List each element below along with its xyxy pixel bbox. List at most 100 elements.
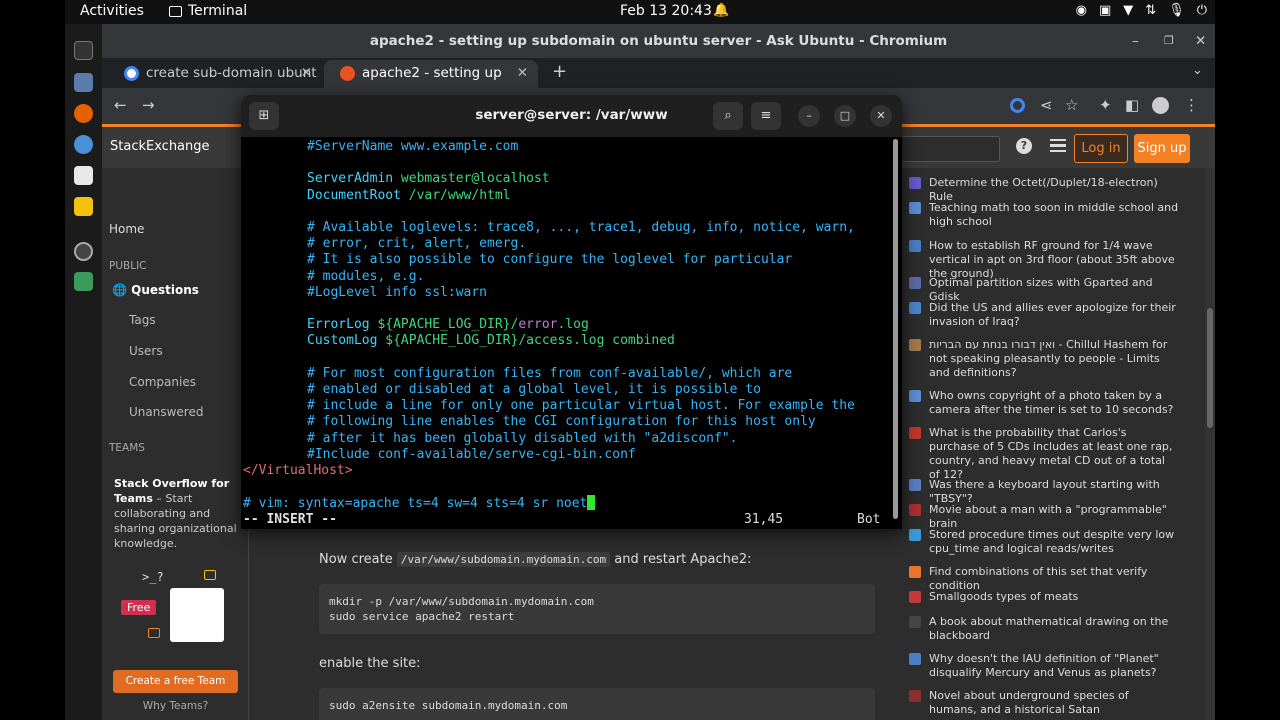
- terminal-scrollbar[interactable]: [893, 139, 898, 519]
- activities-button[interactable]: Activities: [80, 3, 144, 19]
- login-button[interactable]: Log in: [1074, 134, 1128, 163]
- google-lens-icon[interactable]: [1010, 98, 1025, 113]
- now-create-text: Now create /var/www/subdomain.mydomain.c…: [319, 552, 752, 567]
- hnq-item[interactable]: ואין דבורו בנחת עם הבריות - Chillul Hash…: [909, 338, 1179, 380]
- hnq-item[interactable]: Why doesn't the IAU definition of "Plane…: [909, 652, 1179, 680]
- files-dock-icon[interactable]: [74, 73, 93, 92]
- vim-cursor-position: 31,45: [744, 511, 784, 527]
- forward-icon[interactable]: →: [142, 96, 155, 114]
- minimize-icon[interactable]: –: [798, 105, 820, 127]
- hnq-link[interactable]: Find combinations of this set that verif…: [929, 565, 1179, 593]
- site-switcher-icon[interactable]: [1050, 139, 1066, 152]
- hnq-link[interactable]: Stored procedure times out despite very …: [929, 528, 1179, 556]
- value: error: [518, 317, 558, 333]
- hnq-item[interactable]: Was there a keyboard layout starting wit…: [909, 478, 1179, 506]
- clock-dock-icon[interactable]: [74, 242, 93, 261]
- minimize-icon[interactable]: –: [1132, 24, 1139, 58]
- create-team-button[interactable]: Create a free Team: [113, 670, 238, 693]
- tab-apache2[interactable]: apache2 - setting up subd ✕: [324, 60, 538, 107]
- site-icon: [909, 427, 921, 439]
- hamburger-menu-icon[interactable]: ≡: [751, 102, 781, 130]
- close-icon[interactable]: ✕: [870, 105, 892, 127]
- search-icon[interactable]: ⌕: [713, 102, 743, 130]
- hnq-link[interactable]: Movie about a man with a "programmable" …: [929, 503, 1179, 531]
- text-editor-dock-icon[interactable]: [74, 166, 93, 185]
- new-tab-icon[interactable]: +: [552, 61, 567, 82]
- extensions-icon[interactable]: ✦: [1099, 96, 1112, 114]
- inline-code: /var/www/subdomain.mydomain.com: [396, 552, 611, 567]
- maximize-icon[interactable]: □: [834, 105, 856, 127]
- chromium-dock-icon[interactable]: [74, 135, 93, 154]
- share-icon[interactable]: ⋖: [1040, 96, 1053, 114]
- terminal-window[interactable]: ⊞ server@server: /var/www ⌕ ≡ – □ ✕ #Ser…: [241, 95, 902, 529]
- page-scrollbar[interactable]: [1205, 168, 1215, 720]
- hnq-item[interactable]: Novel about underground species of human…: [909, 689, 1179, 717]
- nav-users[interactable]: Users: [129, 344, 163, 358]
- clock[interactable]: Feb 13 20:43: [620, 3, 712, 19]
- hnq-item[interactable]: Movie about a man with a "programmable" …: [909, 503, 1179, 531]
- chromium-titlebar: apache2 - setting up subdomain on ubuntu…: [102, 24, 1215, 58]
- hnq-item[interactable]: Who owns copyright of a photo taken by a…: [909, 389, 1179, 417]
- hnq-link[interactable]: Was there a keyboard layout starting wit…: [929, 478, 1179, 506]
- hnq-link[interactable]: What is the probability that Carlos's pu…: [929, 426, 1179, 482]
- maximize-icon[interactable]: ❐: [1164, 24, 1174, 58]
- vim-line: CustomLog ${APACHE_LOG_DIR}/access.log c…: [307, 333, 675, 349]
- hnq-link[interactable]: Did the US and allies ever apologize for…: [929, 301, 1179, 329]
- gnome-top-bar: Activities Terminal Feb 13 20:43 🔔 ◉ ▣ ▼…: [65, 0, 1215, 24]
- help-icon[interactable]: ?: [1016, 138, 1032, 154]
- profile-avatar-icon[interactable]: [1152, 97, 1169, 114]
- sheets-dock-icon[interactable]: [74, 272, 93, 291]
- hnq-item[interactable]: Smallgoods types of meats: [909, 590, 1179, 604]
- back-icon[interactable]: ←: [114, 96, 127, 114]
- nav-companies[interactable]: Companies: [129, 375, 196, 389]
- teams-promo: Stack Overflow for Teams – Start collabo…: [106, 468, 245, 559]
- menu-kebab-icon[interactable]: ⋮: [1184, 96, 1199, 114]
- nav-unanswered[interactable]: Unanswered: [129, 405, 203, 419]
- tab-create-subdomain[interactable]: create sub-domain ubunt ✕: [108, 60, 322, 88]
- nav-questions[interactable]: 🌐 Questions: [112, 283, 199, 297]
- hnq-item[interactable]: Determine the Octet(/Duplet/18-electron)…: [909, 176, 1179, 204]
- tab-search-icon[interactable]: ⌄: [1192, 63, 1203, 78]
- hnq-link[interactable]: Who owns copyright of a photo taken by a…: [929, 389, 1179, 417]
- hnq-link[interactable]: Why doesn't the IAU definition of "Plane…: [929, 652, 1179, 680]
- vim-buffer[interactable]: #ServerName www.example.com ServerAdmin …: [241, 137, 902, 529]
- hnq-item[interactable]: Optimal partition sizes with Gparted and…: [909, 276, 1179, 304]
- nav-tags[interactable]: Tags: [129, 313, 156, 327]
- hnq-item[interactable]: Teaching math too soon in middle school …: [909, 201, 1179, 229]
- nav-home[interactable]: Home: [109, 222, 144, 236]
- hnq-item[interactable]: Did the US and allies ever apologize for…: [909, 301, 1179, 329]
- terminal-dock-icon[interactable]: [74, 41, 93, 60]
- hnq-link[interactable]: Novel about underground species of human…: [929, 689, 1179, 717]
- tab-close-icon[interactable]: ✕: [517, 60, 528, 86]
- stackexchange-logo[interactable]: StackExchange: [110, 139, 210, 154]
- bookmark-star-icon[interactable]: ☆: [1065, 96, 1078, 114]
- why-teams-link[interactable]: Why Teams?: [113, 700, 238, 712]
- hnq-item[interactable]: A book about mathematical drawing on the…: [909, 615, 1179, 643]
- scrollbar-thumb[interactable]: [1207, 308, 1213, 428]
- hnq-item[interactable]: How to establish RF ground for 1/4 wave …: [909, 239, 1179, 281]
- hnq-item[interactable]: Find combinations of this set that verif…: [909, 565, 1179, 593]
- hnq-link[interactable]: ואין דבורו בנחת עם הבריות - Chillul Hash…: [929, 338, 1179, 380]
- hnq-link[interactable]: A book about mathematical drawing on the…: [929, 615, 1179, 643]
- firefox-dock-icon[interactable]: [74, 104, 93, 123]
- bell-icon[interactable]: 🔔: [713, 3, 729, 18]
- text-fragment: Now create: [319, 552, 397, 567]
- nav-questions-label: Questions: [131, 283, 199, 297]
- slides-dock-icon[interactable]: [74, 197, 93, 216]
- hnq-link[interactable]: Teaching math too soon in middle school …: [929, 201, 1179, 229]
- hnq-item[interactable]: What is the probability that Carlos's pu…: [909, 426, 1179, 482]
- site-icon: [909, 177, 921, 189]
- sidepanel-icon[interactable]: ◧: [1125, 96, 1139, 114]
- hnq-link[interactable]: Optimal partition sizes with Gparted and…: [929, 276, 1179, 304]
- hnq-item[interactable]: Stored procedure times out despite very …: [909, 528, 1179, 556]
- hnq-link[interactable]: Smallgoods types of meats: [929, 590, 1078, 604]
- vim-line: #ServerName www.example.com: [307, 139, 519, 154]
- tab-close-icon[interactable]: ✕: [301, 60, 312, 86]
- signup-button[interactable]: Sign up: [1134, 134, 1190, 163]
- hnq-link[interactable]: Determine the Octet(/Duplet/18-electron)…: [929, 176, 1179, 204]
- close-icon[interactable]: ✕: [1195, 24, 1206, 58]
- vim-line: #LogLevel info ssl:warn: [307, 284, 488, 300]
- app-menu[interactable]: Terminal: [169, 3, 247, 19]
- hnq-link[interactable]: How to establish RF ground for 1/4 wave …: [929, 239, 1179, 281]
- system-tray[interactable]: ◉ ▣ ▼ ⇅ 🎙 ⏻: [1076, 3, 1207, 18]
